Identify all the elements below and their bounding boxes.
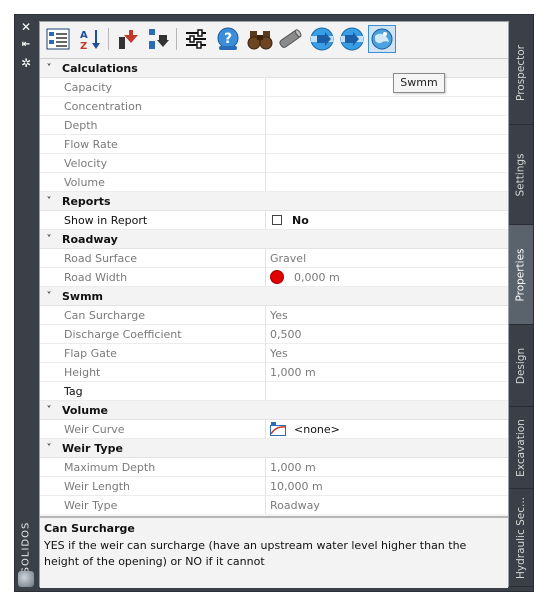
property-row-depth[interactable]: Depth bbox=[40, 116, 508, 135]
show-in-report-checkbox[interactable] bbox=[272, 215, 282, 225]
chevron-down-icon[interactable]: ˅ bbox=[40, 196, 58, 207]
description-text: YES if the weir can surcharge (have an u… bbox=[44, 539, 467, 568]
tab-settings[interactable]: Settings bbox=[509, 125, 533, 225]
property-row-weir-length[interactable]: Weir Length 10,000 m bbox=[40, 477, 508, 496]
description-title: Can Surcharge bbox=[44, 522, 135, 535]
tab-design[interactable]: Design bbox=[509, 325, 533, 407]
property-row-velocity[interactable]: Velocity bbox=[40, 154, 508, 173]
find-binoculars-icon[interactable] bbox=[246, 25, 274, 53]
property-row-road-surface[interactable]: Road Surface Gravel bbox=[40, 249, 508, 268]
chevron-down-icon[interactable]: ˅ bbox=[40, 405, 58, 416]
property-row-concentration[interactable]: Concentration bbox=[40, 97, 508, 116]
category-volume[interactable]: ˅ Volume bbox=[40, 401, 508, 420]
pipe-icon[interactable] bbox=[276, 25, 304, 53]
property-row-weir-type[interactable]: Weir Type Roadway bbox=[40, 496, 508, 514]
chevron-down-icon[interactable]: ˅ bbox=[40, 234, 58, 245]
flow-forward-icon[interactable] bbox=[308, 25, 336, 53]
tool-palette-window: ✕ ⇤ ✲ SOLIDOS AZ ? Swmm ˅ Calculations C… bbox=[14, 14, 534, 592]
category-swmm[interactable]: ˅ Swmm bbox=[40, 287, 508, 306]
property-row-flow-rate[interactable]: Flow Rate bbox=[40, 135, 508, 154]
property-grid: ˅ Calculations Capacity Concentration De… bbox=[40, 58, 508, 514]
property-row-show-in-report[interactable]: Show in Report No bbox=[40, 211, 508, 230]
toolbar: AZ ? bbox=[40, 22, 508, 56]
tab-hydraulic-sections[interactable]: Hydraulic Sec... bbox=[509, 489, 533, 587]
property-row-discharge-coefficient[interactable]: Discharge Coefficient 0,500 bbox=[40, 325, 508, 344]
palette-tabs: Prospector Settings Properties Design Ex… bbox=[509, 21, 533, 587]
svg-text:?: ? bbox=[224, 31, 232, 47]
auto-hide-icon[interactable]: ⇤ bbox=[18, 37, 34, 53]
svg-text:A: A bbox=[80, 30, 88, 41]
description-panel: Can Surcharge YES if the weir can surcha… bbox=[40, 516, 508, 588]
property-row-weir-curve[interactable]: Weir Curve <none> bbox=[40, 420, 508, 439]
palette-title: SOLIDOS bbox=[20, 521, 32, 573]
svg-text:Z: Z bbox=[80, 41, 87, 51]
swmm-globe-icon[interactable] bbox=[368, 25, 396, 53]
chevron-down-icon[interactable]: ˅ bbox=[40, 291, 58, 302]
help-icon[interactable]: ? bbox=[214, 25, 242, 53]
settings-sliders-icon[interactable] bbox=[182, 25, 210, 53]
error-indicator-icon bbox=[270, 270, 284, 284]
chevron-down-icon[interactable]: ˅ bbox=[40, 63, 58, 74]
property-row-maximum-depth[interactable]: Maximum Depth 1,000 m bbox=[40, 458, 508, 477]
toolbar-tooltip: Swmm bbox=[393, 73, 445, 93]
properties-palette: AZ ? Swmm ˅ Calculations Capacity Concen… bbox=[39, 21, 509, 588]
categorized-view-icon[interactable] bbox=[44, 25, 72, 53]
category-reports[interactable]: ˅ Reports bbox=[40, 192, 508, 211]
move-up-icon[interactable] bbox=[114, 25, 142, 53]
sort-alphabetical-icon[interactable]: AZ bbox=[76, 25, 104, 53]
property-row-flap-gate[interactable]: Flap Gate Yes bbox=[40, 344, 508, 363]
tab-prospector[interactable]: Prospector bbox=[509, 21, 533, 125]
property-row-road-width[interactable]: Road Width 0,000 m bbox=[40, 268, 508, 287]
property-row-tag[interactable]: Tag bbox=[40, 382, 508, 401]
property-row-height[interactable]: Height 1,000 m bbox=[40, 363, 508, 382]
property-row-can-surcharge[interactable]: Can Surcharge Yes bbox=[40, 306, 508, 325]
move-down-icon[interactable] bbox=[144, 25, 172, 53]
close-icon[interactable]: ✕ bbox=[18, 19, 34, 35]
tab-excavation[interactable]: Excavation bbox=[509, 407, 533, 489]
palette-title-bar: ✕ ⇤ ✲ SOLIDOS bbox=[15, 15, 37, 591]
tab-properties[interactable]: Properties bbox=[509, 225, 533, 325]
app-logo-icon bbox=[18, 571, 34, 587]
curve-table-icon bbox=[270, 422, 286, 436]
category-weir-type[interactable]: ˅ Weir Type bbox=[40, 439, 508, 458]
property-row-volume[interactable]: Volume bbox=[40, 173, 508, 192]
flow-back-icon[interactable] bbox=[338, 25, 366, 53]
chevron-down-icon[interactable]: ˅ bbox=[40, 443, 58, 454]
properties-menu-icon[interactable]: ✲ bbox=[18, 55, 34, 71]
category-roadway[interactable]: ˅ Roadway bbox=[40, 230, 508, 249]
